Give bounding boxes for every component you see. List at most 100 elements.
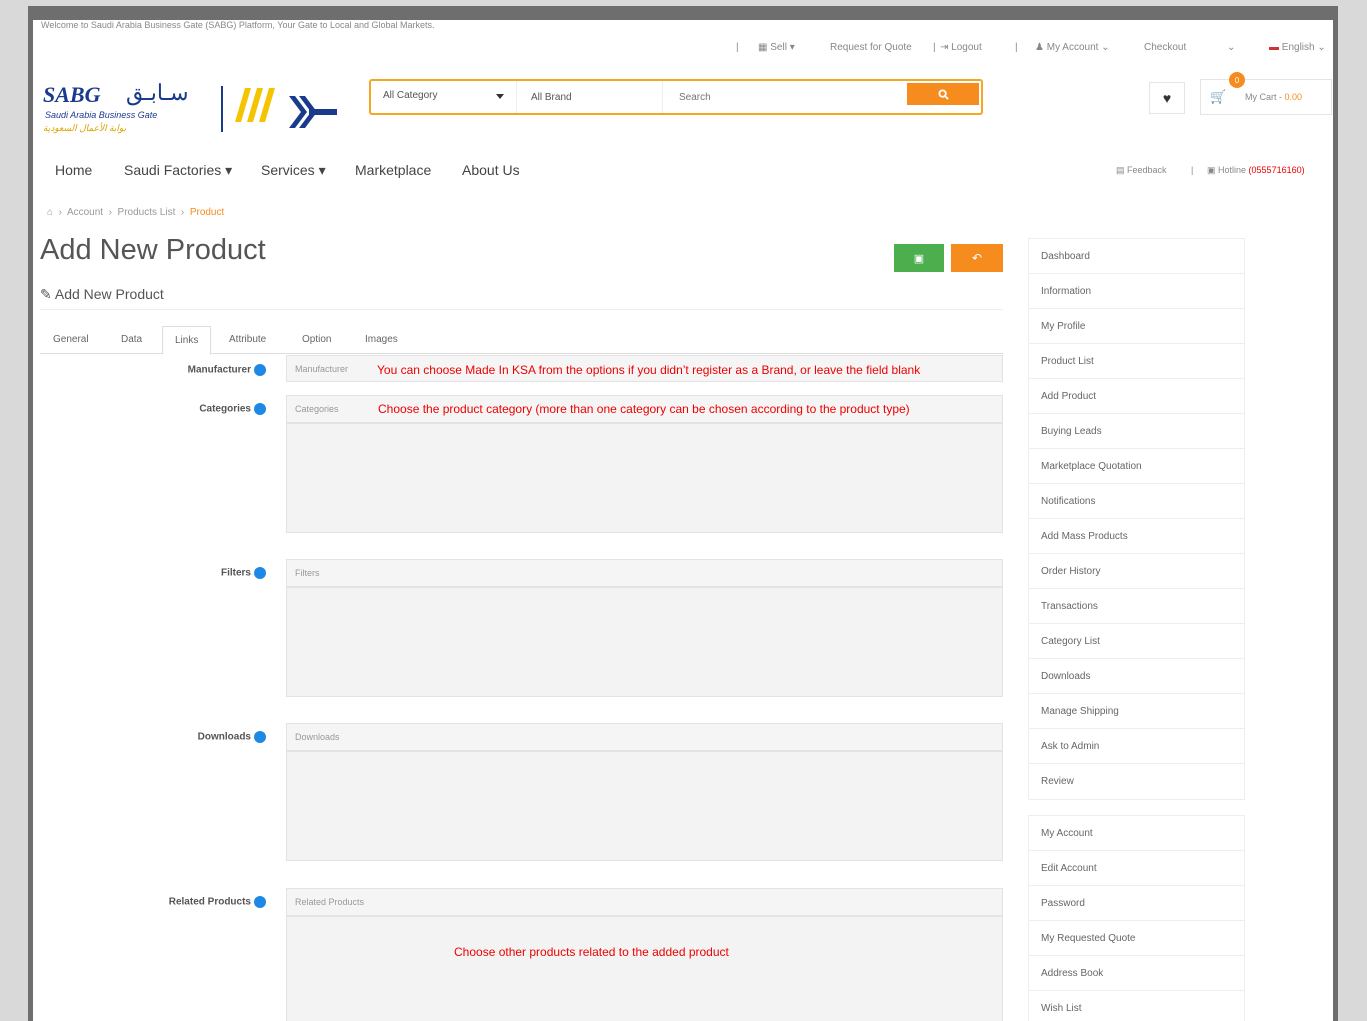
sidebar-item-my-profile[interactable]: My Profile bbox=[1029, 309, 1244, 344]
feedback-icon: ▤ bbox=[1116, 165, 1128, 175]
checkout-link[interactable]: Checkout bbox=[1144, 42, 1186, 53]
sell-link[interactable]: ▦ Sell ▾ bbox=[758, 42, 795, 53]
request-quote-link[interactable]: Request for Quote bbox=[830, 42, 912, 53]
sidebar-item-product-list[interactable]: Product List bbox=[1029, 344, 1244, 379]
related-products-label-text: Related Products bbox=[168, 896, 251, 908]
window-frame-top bbox=[28, 6, 1338, 20]
page: Welcome to Saudi Arabia Business Gate (S… bbox=[33, 20, 1333, 1021]
sidebar-item-buying-leads[interactable]: Buying Leads bbox=[1029, 414, 1244, 449]
sidebar-item-wish-list[interactable]: Wish List bbox=[1029, 991, 1244, 1021]
save-button[interactable]: ▣ bbox=[894, 244, 944, 272]
sidebar-item-information[interactable]: Information bbox=[1029, 274, 1244, 309]
sidebar-item-review[interactable]: Review bbox=[1029, 764, 1244, 799]
my-account-dropdown[interactable]: ♟ My Account ⌄ bbox=[1035, 42, 1110, 53]
search-icon bbox=[937, 88, 949, 100]
filters-label: Filters bbox=[66, 567, 266, 579]
categories-label: Categories bbox=[66, 403, 266, 415]
language-label: English bbox=[1281, 42, 1315, 53]
breadcrumb-product: Product bbox=[189, 207, 225, 218]
tab-attribute[interactable]: Attribute bbox=[229, 334, 266, 345]
nav-services-label: Services bbox=[261, 162, 315, 178]
manufacturer-label: Manufacturer bbox=[66, 364, 266, 376]
brand-select[interactable]: All Brand bbox=[517, 81, 663, 113]
filters-input[interactable]: Filters bbox=[286, 559, 1003, 697]
separator: | bbox=[1015, 42, 1018, 53]
language-dropdown[interactable]: ▬ English ⌄ bbox=[1269, 42, 1326, 53]
nav-marketplace[interactable]: Marketplace bbox=[355, 162, 431, 178]
save-icon: ▣ bbox=[913, 252, 925, 265]
sidebar-item-order-history[interactable]: Order History bbox=[1029, 554, 1244, 589]
sidebar-item-address-book[interactable]: Address Book bbox=[1029, 956, 1244, 991]
search-input[interactable] bbox=[667, 81, 907, 113]
sidebar-item-edit-account[interactable]: Edit Account bbox=[1029, 851, 1244, 886]
sidebar-item-my-account[interactable]: My Account bbox=[1029, 816, 1244, 851]
sidebar-item-marketplace-quotation[interactable]: Marketplace Quotation bbox=[1029, 449, 1244, 484]
chevron-down-icon[interactable]: ⌄ bbox=[1227, 42, 1235, 53]
logout-link[interactable]: ⇥ Logout bbox=[940, 42, 982, 53]
tab-general[interactable]: General bbox=[53, 334, 89, 345]
breadcrumb-account[interactable]: Account bbox=[67, 207, 103, 218]
related-products-list[interactable] bbox=[286, 916, 1003, 1021]
pencil-icon: ✎ bbox=[40, 286, 52, 302]
feedback-link[interactable]: ▤ Feedback bbox=[1116, 165, 1167, 176]
cart-button[interactable]: 0 🛒 My Cart - 0.00 bbox=[1200, 72, 1332, 115]
nav-services[interactable]: Services ▾ bbox=[261, 162, 326, 179]
category-select[interactable]: All Category bbox=[371, 81, 517, 113]
tab-bar: General Data Links Attribute Option Imag… bbox=[40, 326, 1003, 355]
top-bar: | ▦ Sell ▾ Request for Quote | ⇥ Logout … bbox=[33, 42, 1333, 56]
info-icon[interactable] bbox=[254, 364, 266, 376]
tab-data[interactable]: Data bbox=[121, 334, 142, 345]
downloads-input[interactable]: Downloads bbox=[286, 723, 1003, 861]
wishlist-button[interactable]: ♥ bbox=[1149, 82, 1185, 114]
categories-list[interactable] bbox=[286, 423, 1003, 533]
sidebar-item-my-requested-quote[interactable]: My Requested Quote bbox=[1029, 921, 1244, 956]
related-products-input[interactable]: Related Products bbox=[286, 888, 1003, 1021]
cart-text: My Cart - bbox=[1245, 92, 1285, 102]
main-nav: Home Saudi Factories ▾ Services ▾ Market… bbox=[33, 162, 1333, 184]
hotline[interactable]: ▣ Hotline (0555716160) bbox=[1207, 165, 1305, 176]
info-icon[interactable] bbox=[254, 567, 266, 579]
welcome-text: Welcome to Saudi Arabia Business Gate (S… bbox=[41, 20, 435, 30]
tab-option[interactable]: Option bbox=[302, 334, 331, 345]
store-icon: ▦ bbox=[758, 42, 771, 53]
info-icon[interactable] bbox=[254, 896, 266, 908]
sidebar-item-dashboard[interactable]: Dashboard bbox=[1029, 239, 1244, 274]
related-products-label: Related Products bbox=[66, 896, 266, 908]
nav-about-us[interactable]: About Us bbox=[462, 162, 520, 178]
sidebar-item-password[interactable]: Password bbox=[1029, 886, 1244, 921]
window-frame-right bbox=[1333, 6, 1338, 1021]
downloads-label-text: Downloads bbox=[197, 731, 251, 743]
breadcrumb-products-list[interactable]: Products List bbox=[118, 207, 176, 218]
caret-down-icon bbox=[496, 94, 504, 99]
filters-list[interactable] bbox=[286, 587, 1003, 697]
sidebar-item-transactions[interactable]: Transactions bbox=[1029, 589, 1244, 624]
sidebar-item-ask-to-admin[interactable]: Ask to Admin bbox=[1029, 729, 1244, 764]
downloads-list[interactable] bbox=[286, 751, 1003, 861]
filters-placeholder: Filters bbox=[295, 568, 320, 578]
tab-images[interactable]: Images bbox=[365, 334, 398, 345]
sidebar-item-add-mass-products[interactable]: Add Mass Products bbox=[1029, 519, 1244, 554]
account-sidebar: Dashboard Information My Profile Product… bbox=[1028, 238, 1245, 1021]
logo[interactable]: SABG سـابـق Saudi Arabia Business Gate ب… bbox=[41, 80, 341, 142]
categories-note: Choose the product category (more than o… bbox=[378, 402, 910, 416]
home-icon[interactable]: ⌂ bbox=[47, 207, 53, 218]
my-account-label: My Account bbox=[1046, 42, 1099, 53]
sidebar-group-seller: Dashboard Information My Profile Product… bbox=[1028, 238, 1245, 800]
info-icon[interactable] bbox=[254, 731, 266, 743]
sidebar-item-manage-shipping[interactable]: Manage Shipping bbox=[1029, 694, 1244, 729]
back-button[interactable]: ↶ bbox=[951, 244, 1003, 272]
tab-links[interactable]: Links bbox=[162, 326, 212, 355]
sell-label: Sell bbox=[770, 42, 787, 53]
sidebar-item-add-product[interactable]: Add Product bbox=[1029, 379, 1244, 414]
search-button[interactable] bbox=[907, 83, 979, 105]
nav-saudi-factories[interactable]: Saudi Factories ▾ bbox=[124, 162, 232, 179]
sidebar-item-notifications[interactable]: Notifications bbox=[1029, 484, 1244, 519]
cart-label: My Cart - 0.00 bbox=[1245, 92, 1302, 102]
sidebar-item-downloads[interactable]: Downloads bbox=[1029, 659, 1244, 694]
sidebar-item-category-list[interactable]: Category List bbox=[1029, 624, 1244, 659]
downloads-label: Downloads bbox=[66, 731, 266, 743]
info-icon[interactable] bbox=[254, 403, 266, 415]
divider bbox=[40, 309, 1003, 310]
feedback-label: Feedback bbox=[1127, 165, 1167, 175]
nav-home[interactable]: Home bbox=[55, 162, 92, 178]
